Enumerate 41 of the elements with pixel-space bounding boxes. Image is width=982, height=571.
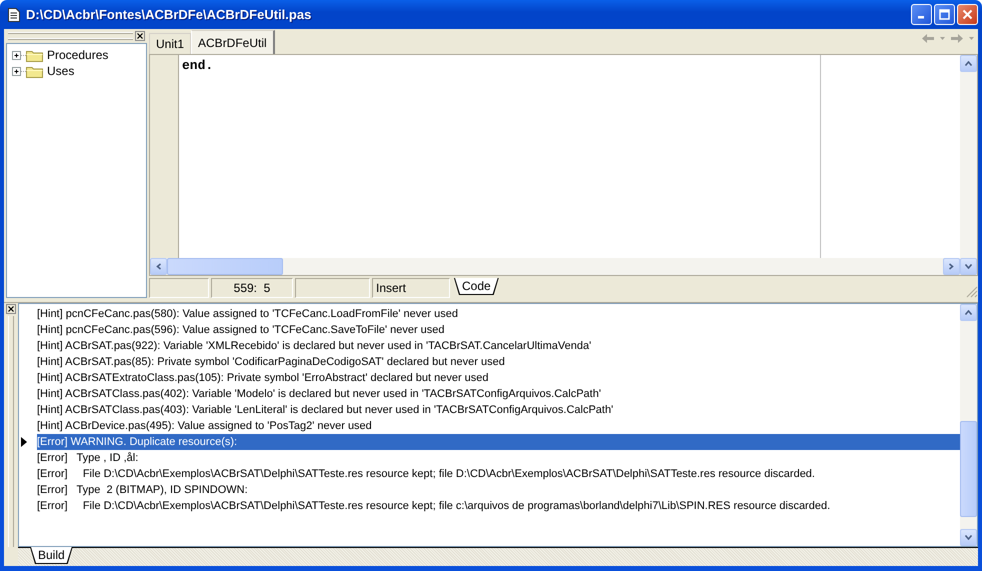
message-line[interactable]: [Hint] ACBrDevice.pas(495): Value assigned to 'PosTag2' never used: [37, 418, 960, 434]
chevron-right-icon[interactable]: [949, 263, 954, 270]
folder-icon: [26, 48, 43, 62]
status-panel: [149, 278, 209, 298]
message-line[interactable]: [Hint] ACBrSATClass.pas(403): Variable 'LenLiteral' is declared but never used in 'TACBrSATConfigArquivos.CalcPath': [37, 402, 960, 418]
insert-mode: Insert: [372, 278, 450, 298]
message-line[interactable]: [Error] Type , ID ,ål:: [37, 450, 960, 466]
chevron-left-icon[interactable]: [156, 263, 161, 270]
message-line[interactable]: [Hint] pcnCFeCanc.pas(596): Value assigned to 'TCFeCanc.SaveToFile' never used: [37, 322, 960, 338]
minimize-button[interactable]: [911, 4, 932, 25]
tree-item[interactable]: Procedures: [43, 48, 108, 62]
vertical-scrollbar[interactable]: [960, 304, 977, 546]
grip-bar[interactable]: [8, 32, 133, 39]
document-icon: [8, 8, 20, 22]
editor-tab[interactable]: ACBrDFeUtil: [191, 30, 275, 54]
message-line[interactable]: [Error] Type 2 (BITMAP), ID SPINDOWN:: [37, 482, 960, 498]
message-line[interactable]: [Hint] ACBrSAT.pas(922): Variable 'XMLRecebido' is declared but never used in 'TACBrSAT.CancelarUltimaVenda': [37, 338, 960, 354]
message-line[interactable]: [Hint] ACBrSATExtratoClass.pas(105): Private symbol 'ErroAbstract' declared but never used: [37, 370, 960, 386]
message-line[interactable]: [Hint] pcnCFeCanc.pas(580): Value assigned to 'TCFeCanc.LoadFromFile' never used: [37, 306, 960, 322]
chevron-up-icon[interactable]: [965, 310, 972, 315]
editor-tab[interactable]: Unit1: [149, 33, 192, 54]
message-line[interactable]: [Hint] ACBrSAT.pas(85): Private symbol 'CodificarPaginaDeCodigoSAT' declared but never used: [37, 354, 960, 370]
view-tab[interactable]: Code: [454, 278, 499, 295]
code-line: end.: [182, 58, 214, 74]
chevron-up-icon[interactable]: [965, 61, 972, 66]
current-line-marker-icon: [21, 437, 27, 447]
chevron-down-icon[interactable]: [965, 264, 972, 269]
message-line[interactable]: [Hint] ACBrSATClass.pas(402): Variable 'Modelo' is declared but never used in 'TACBrSATConfigArquivos.CalcPath': [37, 386, 960, 402]
resize-grip-icon[interactable]: [966, 286, 978, 298]
maximize-icon[interactable]: [939, 9, 950, 20]
horizontal-scrollbar[interactable]: [150, 258, 960, 275]
build-tab[interactable]: Build: [30, 547, 73, 564]
message-line[interactable]: [Error] File D:\CD\Acbr\Exemplos\ACBrSAT\Delphi\SATTeste.res resource kept; file D:\CD\Acbr\Exemplos\ACBrSAT\Delphi\SATTeste.res resource discarded.: [37, 466, 960, 482]
maximize-button[interactable]: [934, 4, 955, 25]
cursor-position: 559: 5: [211, 278, 293, 298]
window-title: D:\CD\Acbr\Fontes\ACBrDFe\ACBrDFeUtil.pas: [26, 7, 312, 22]
chevron-down-icon[interactable]: [965, 535, 972, 540]
tree-item[interactable]: Uses: [43, 64, 74, 78]
message-line[interactable]: [Error] File D:\CD\Acbr\Exemplos\ACBrSAT\Delphi\SATTeste.res resource kept; file c:\arquivos de programas\borland\delphi7\Lib\SPIN.RES resource discarded.: [37, 498, 960, 514]
vertical-scrollbar[interactable]: [960, 55, 977, 275]
folder-icon: [26, 64, 43, 78]
